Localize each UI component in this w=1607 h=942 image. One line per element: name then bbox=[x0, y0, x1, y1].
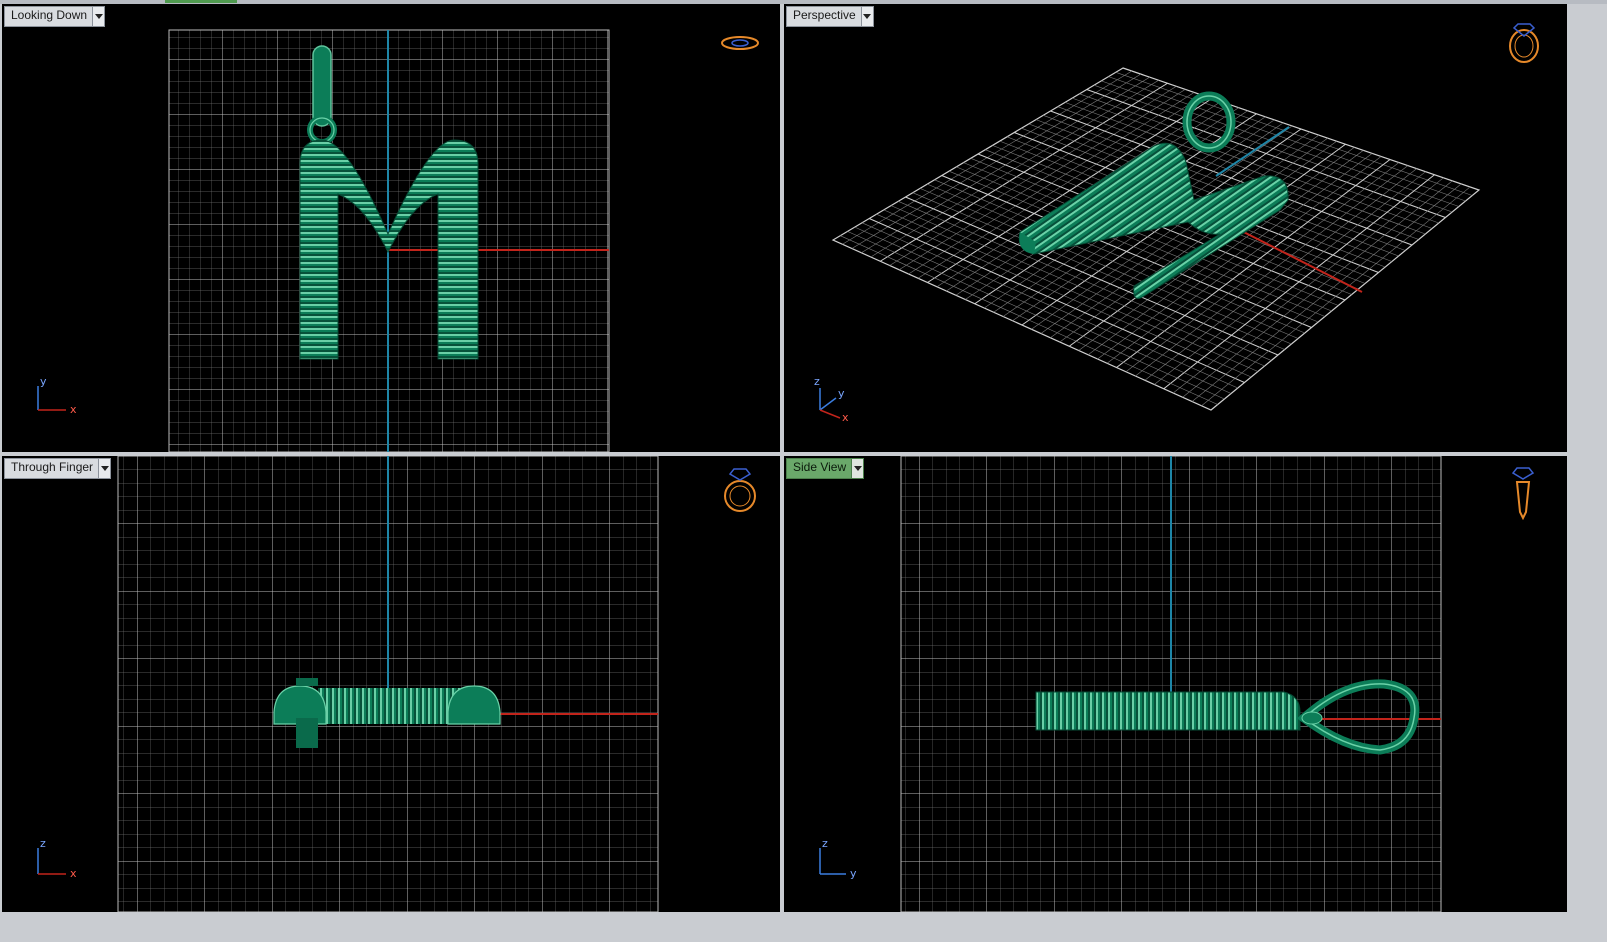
ring-perspective-icon[interactable] bbox=[1504, 16, 1544, 64]
axis-label-y: y bbox=[850, 867, 857, 880]
view-label: Side View bbox=[793, 460, 847, 474]
front-view-scene bbox=[117, 456, 659, 912]
top-view-scene bbox=[168, 29, 610, 452]
view-label: Looking Down bbox=[11, 8, 88, 22]
axis-label-z: z bbox=[814, 375, 820, 388]
chevron-down-icon[interactable] bbox=[98, 459, 111, 478]
grid-line bbox=[847, 231, 1225, 400]
axis-indicator-front: z x bbox=[32, 834, 92, 884]
chevron-down-icon[interactable] bbox=[92, 7, 105, 26]
view-menu-through-finger[interactable]: Through Finger bbox=[4, 458, 112, 479]
ring-front-icon[interactable] bbox=[720, 464, 760, 514]
axis-indicator-top: y x bbox=[32, 374, 92, 424]
axis-label-x: x bbox=[70, 867, 77, 880]
ring-top-icon[interactable] bbox=[718, 32, 762, 54]
side-view-scene bbox=[900, 456, 1442, 912]
axis-label-x: x bbox=[842, 411, 849, 424]
axis-label-z: z bbox=[40, 837, 46, 850]
chevron-down-icon[interactable] bbox=[860, 7, 873, 26]
grid-line bbox=[840, 235, 1218, 405]
axis-indicator-side: z y bbox=[814, 834, 874, 884]
axis-label-y: y bbox=[838, 387, 845, 400]
view-menu-perspective[interactable]: Perspective bbox=[786, 6, 874, 27]
axis-label-y: y bbox=[40, 375, 47, 388]
view-label: Perspective bbox=[793, 8, 856, 22]
axis-label-z: z bbox=[822, 837, 828, 850]
ring-side-icon[interactable] bbox=[1508, 464, 1538, 520]
axis-indicator-perspective: z y x bbox=[814, 374, 874, 424]
viewport-side-view[interactable]: Side View z y bbox=[784, 456, 1567, 912]
view-label: Through Finger bbox=[11, 460, 94, 474]
viewport-looking-down[interactable]: Looking Down y x bbox=[2, 4, 780, 452]
viewport-through-finger[interactable]: Through Finger z x bbox=[2, 456, 780, 912]
chevron-down-icon[interactable] bbox=[851, 459, 864, 478]
view-menu-looking-down[interactable]: Looking Down bbox=[4, 6, 106, 27]
grid-perspective bbox=[831, 67, 1481, 411]
viewport-perspective[interactable]: Perspective z y x bbox=[784, 4, 1567, 452]
perspective-scene bbox=[831, 67, 1481, 411]
view-menu-side-view[interactable]: Side View bbox=[786, 458, 865, 479]
axis-label-x: x bbox=[70, 403, 77, 416]
